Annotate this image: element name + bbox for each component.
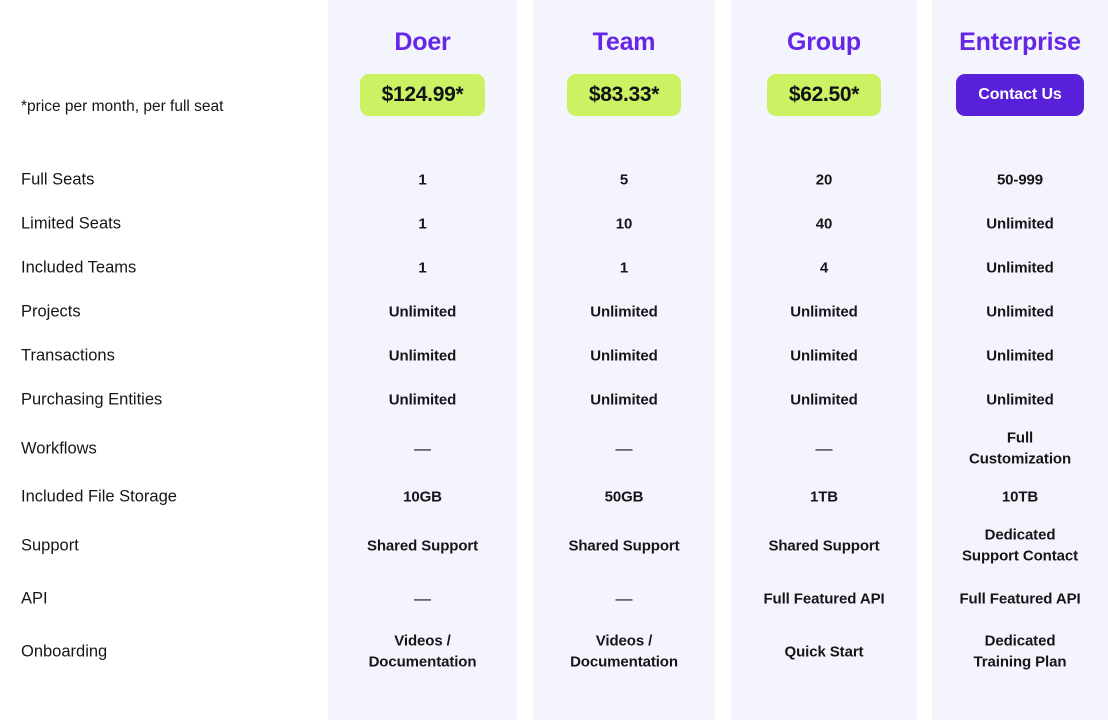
feature-row: Projects Unlimited Unlimited Unlimited Unlim…	[0, 290, 1108, 334]
feature-row: Limited Seats 1 10 40 Unlimited	[0, 202, 1108, 246]
feature-value-cell: —	[615, 438, 633, 458]
feature-value-cell: Shared Support	[768, 536, 880, 554]
plan-name-group: Group	[787, 28, 861, 56]
feature-value-cell: Shared Support	[366, 536, 479, 554]
feature-value-cell: —	[414, 588, 431, 608]
feature-value-cell: 1	[418, 259, 427, 277]
feature-value-cell: 4	[819, 259, 829, 277]
plan-name-team: Team	[592, 28, 656, 56]
feature-value-cell: Unlimited	[986, 303, 1054, 321]
feature-value-cell: 1	[418, 171, 427, 189]
feature-row: Onboarding Videos / Documentation Videos / D…	[0, 625, 1108, 678]
feature-row: Transactions Unlimited Unlimited Unlimited U…	[0, 334, 1108, 378]
feature-label: API	[21, 589, 48, 608]
feature-value-cell: 10	[615, 215, 633, 233]
feature-value-cell: Unlimited	[590, 303, 658, 321]
feature-value-cell: Videos / Documentation	[570, 632, 678, 671]
price-badge-doer: $124.99*	[359, 74, 486, 116]
contact-us-button[interactable]: Contact Us	[956, 74, 1084, 116]
feature-row: Purchasing Entities Unlimited Unlimited Unl…	[0, 378, 1108, 422]
feature-value-cell: Unlimited	[986, 259, 1054, 277]
feature-label: Projects	[21, 302, 81, 321]
feature-row: Support Shared Support Shared Support Share…	[0, 519, 1108, 572]
feature-value-cell: 5	[619, 171, 629, 189]
feature-value-cell: Full Customization	[968, 429, 1072, 468]
feature-value-cell: Unlimited	[986, 347, 1054, 365]
feature-label: Full Seats	[21, 170, 95, 189]
feature-value-cell: Unlimited	[986, 215, 1054, 233]
feature-value-cell: Unlimited	[388, 303, 457, 321]
feature-label: Onboarding	[21, 642, 108, 661]
feature-value-cell: Dedicated Training Plan	[973, 632, 1067, 671]
plan-name-enterprise: Enterprise	[959, 28, 1081, 56]
feature-value-cell: Dedicated Support Contact	[962, 526, 1078, 565]
feature-value-cell: Unlimited	[790, 391, 858, 409]
feature-row: Included File Storage 10GB 50GB 1TB 10TB	[0, 475, 1108, 519]
feature-value-cell: 50-999	[996, 171, 1044, 189]
feature-value-cell: Unlimited	[986, 391, 1054, 409]
feature-row: Included Teams 1 1 4 Unlimited	[0, 246, 1108, 290]
feature-label: Limited Seats	[21, 214, 121, 233]
feature-value-cell: —	[414, 438, 431, 458]
feature-value-cell: Unlimited	[790, 347, 858, 365]
feature-value-cell: Unlimited	[790, 303, 858, 321]
feature-row: API — — Full Featured API Full Featured API	[0, 572, 1108, 625]
feature-value-cell: 1TB	[809, 488, 839, 506]
pricing-comparison-table: Doer $124.99* Team $83.33* Group $62.50*…	[0, 0, 1108, 720]
feature-row: Workflows — — — Full Customization	[0, 422, 1108, 475]
price-badge-team: $83.33*	[566, 74, 682, 116]
plan-header-team: Team $83.33*	[533, 0, 715, 140]
feature-value-cell: —	[815, 438, 833, 458]
feature-value-cell: 10TB	[1001, 488, 1039, 506]
feature-value-cell: 20	[815, 171, 833, 189]
price-footnote: *price per month, per full seat	[21, 98, 224, 115]
feature-value-cell: Quick Start	[784, 642, 864, 660]
feature-value-cell: Unlimited	[590, 347, 658, 365]
feature-value-cell: Full Featured API	[959, 589, 1081, 607]
feature-value-cell: Unlimited	[388, 347, 457, 365]
feature-label: Purchasing Entities	[21, 390, 163, 409]
feature-value-cell: 40	[815, 215, 833, 233]
feature-value-cell: Videos / Documentation	[368, 632, 477, 671]
feature-label: Included File Storage	[21, 487, 177, 506]
feature-value-cell: —	[615, 588, 633, 608]
plan-header-group: Group $62.50*	[731, 0, 917, 140]
feature-value-cell: 1	[418, 215, 427, 233]
plan-name-doer: Doer	[394, 28, 451, 56]
plan-header-doer: Doer $124.99*	[328, 0, 517, 140]
feature-value-cell: Full Featured API	[763, 589, 885, 607]
feature-row: Full Seats 1 5 20 50-999	[0, 158, 1108, 202]
feature-value-cell: 50GB	[604, 488, 644, 506]
feature-rows: Full Seats 1 5 20 50-999 Limited Seats 1 10 40 Un…	[0, 158, 1108, 678]
feature-value-cell: Unlimited	[590, 391, 658, 409]
feature-value-cell: 1	[619, 259, 629, 277]
plan-header-row: Doer $124.99* Team $83.33* Group $62.50*…	[0, 0, 1108, 140]
feature-value-cell: Unlimited	[388, 391, 457, 409]
price-badge-group: $62.50*	[766, 74, 882, 116]
feature-value-cell: Shared Support	[568, 536, 680, 554]
feature-label: Workflows	[21, 439, 97, 458]
feature-label: Transactions	[21, 346, 115, 365]
feature-label: Included Teams	[21, 258, 137, 277]
feature-label: Support	[21, 536, 79, 555]
feature-value-cell: 10GB	[403, 488, 442, 506]
plan-header-enterprise: Enterprise Contact Us	[932, 0, 1108, 140]
